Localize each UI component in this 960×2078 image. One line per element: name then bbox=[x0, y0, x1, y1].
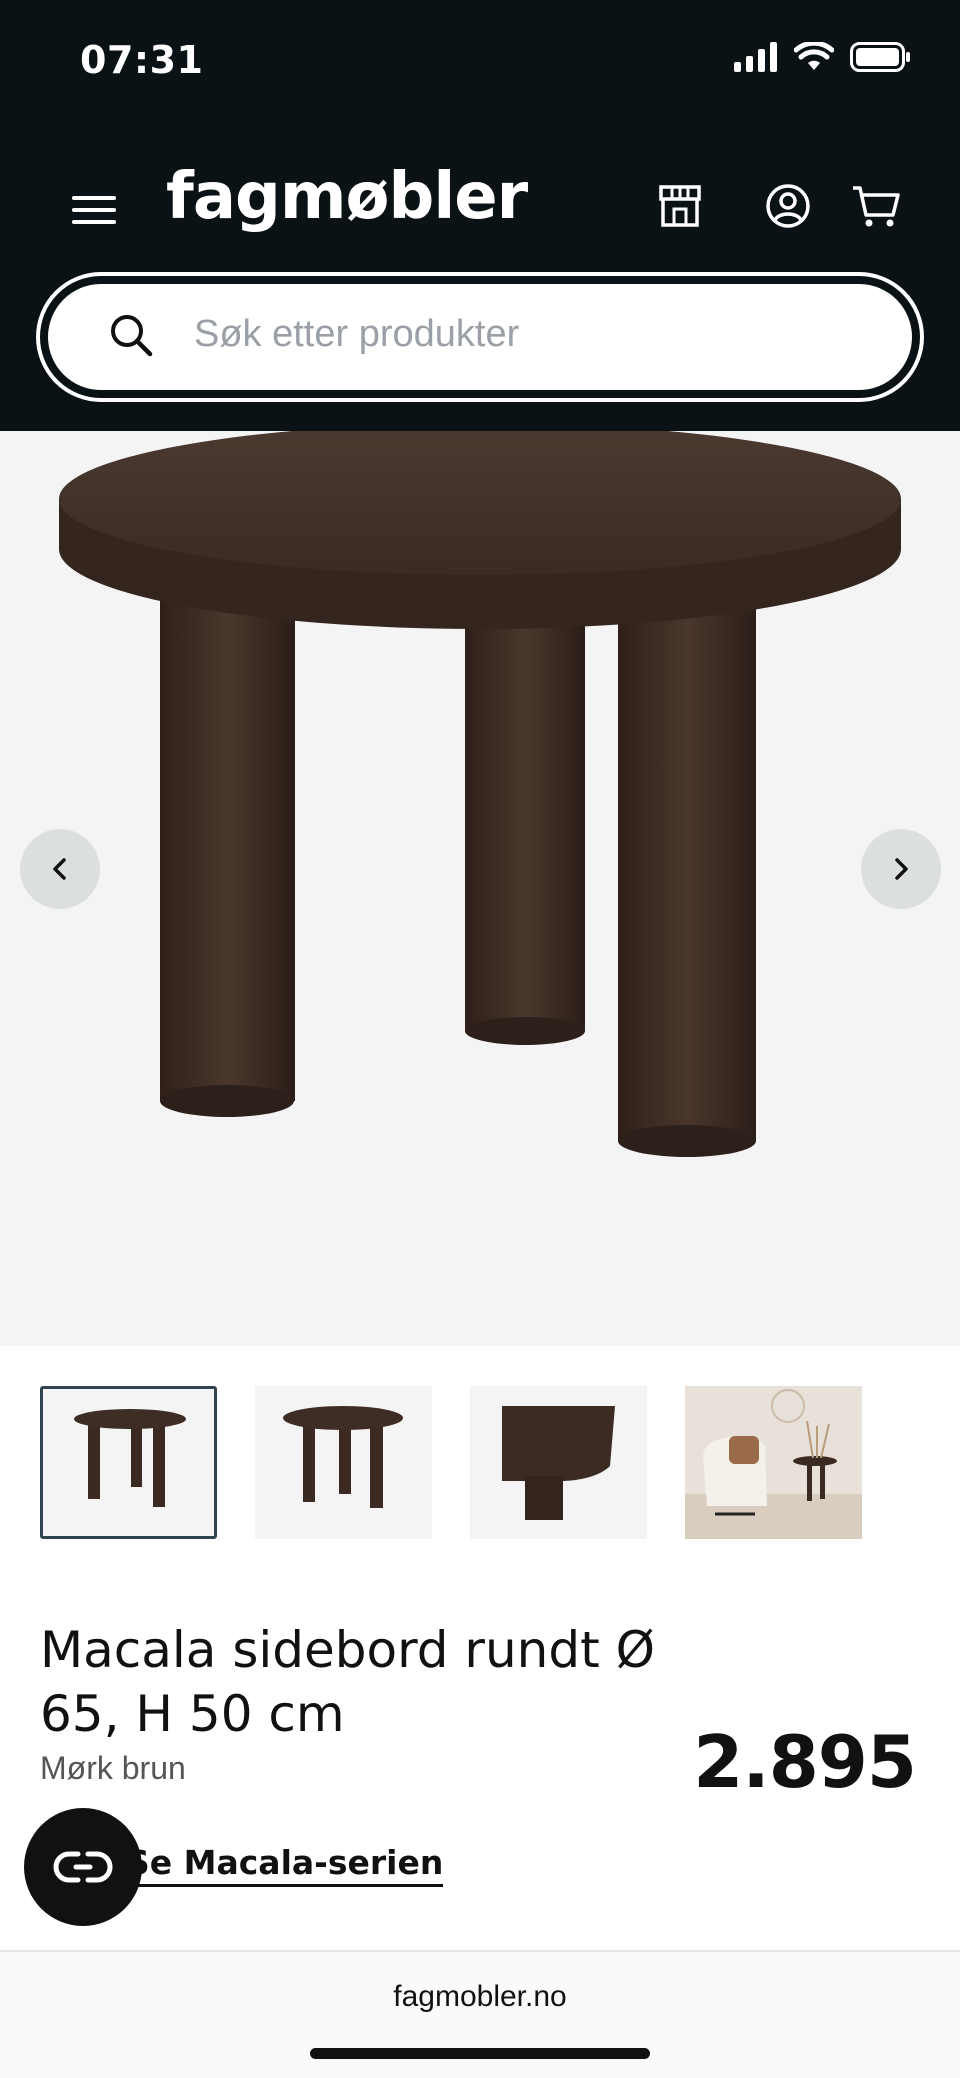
link-icon bbox=[53, 1851, 113, 1883]
header: 07:31 fagmøbler bbox=[0, 0, 960, 431]
status-time: 07:31 bbox=[80, 38, 204, 82]
chat-button[interactable] bbox=[24, 1808, 142, 1926]
thumbnail-1[interactable] bbox=[40, 1386, 217, 1539]
search-bar[interactable] bbox=[36, 272, 924, 402]
chevron-left-icon bbox=[53, 858, 66, 880]
product-variant: Mørk brun bbox=[40, 1750, 186, 1786]
thumbnail-3[interactable] bbox=[470, 1386, 647, 1539]
product-price: 2.895 bbox=[693, 1720, 917, 1804]
logo[interactable]: fagmøbler bbox=[166, 160, 528, 234]
search-input[interactable] bbox=[194, 304, 854, 364]
browser-domain[interactable]: fagmobler.no bbox=[0, 1980, 960, 2014]
product-image bbox=[59, 431, 901, 1157]
thumbnail-4[interactable] bbox=[685, 1386, 862, 1539]
store-icon[interactable] bbox=[654, 180, 706, 232]
next-image-button[interactable] bbox=[861, 829, 941, 909]
status-icons bbox=[734, 42, 912, 72]
home-indicator[interactable] bbox=[310, 2048, 650, 2059]
battery-icon bbox=[850, 42, 910, 72]
search-icon[interactable] bbox=[108, 312, 154, 358]
browser-address-bar[interactable]: fagmobler.no bbox=[0, 1950, 960, 2078]
signal-icon bbox=[734, 42, 777, 72]
product-title: Macala sidebord rundt Ø 65, H 50 cm bbox=[40, 1621, 655, 1743]
series-link[interactable]: Se Macala-serien bbox=[126, 1843, 444, 1887]
product-gallery[interactable] bbox=[0, 431, 960, 1346]
wifi-icon bbox=[794, 42, 834, 70]
cart-icon[interactable] bbox=[850, 180, 902, 232]
menu-icon[interactable] bbox=[72, 190, 116, 230]
user-icon[interactable] bbox=[762, 180, 814, 232]
prev-image-button[interactable] bbox=[20, 829, 100, 909]
chevron-right-icon bbox=[895, 858, 908, 880]
thumbnail-2[interactable] bbox=[255, 1386, 432, 1539]
thumbnail-strip bbox=[40, 1386, 862, 1539]
